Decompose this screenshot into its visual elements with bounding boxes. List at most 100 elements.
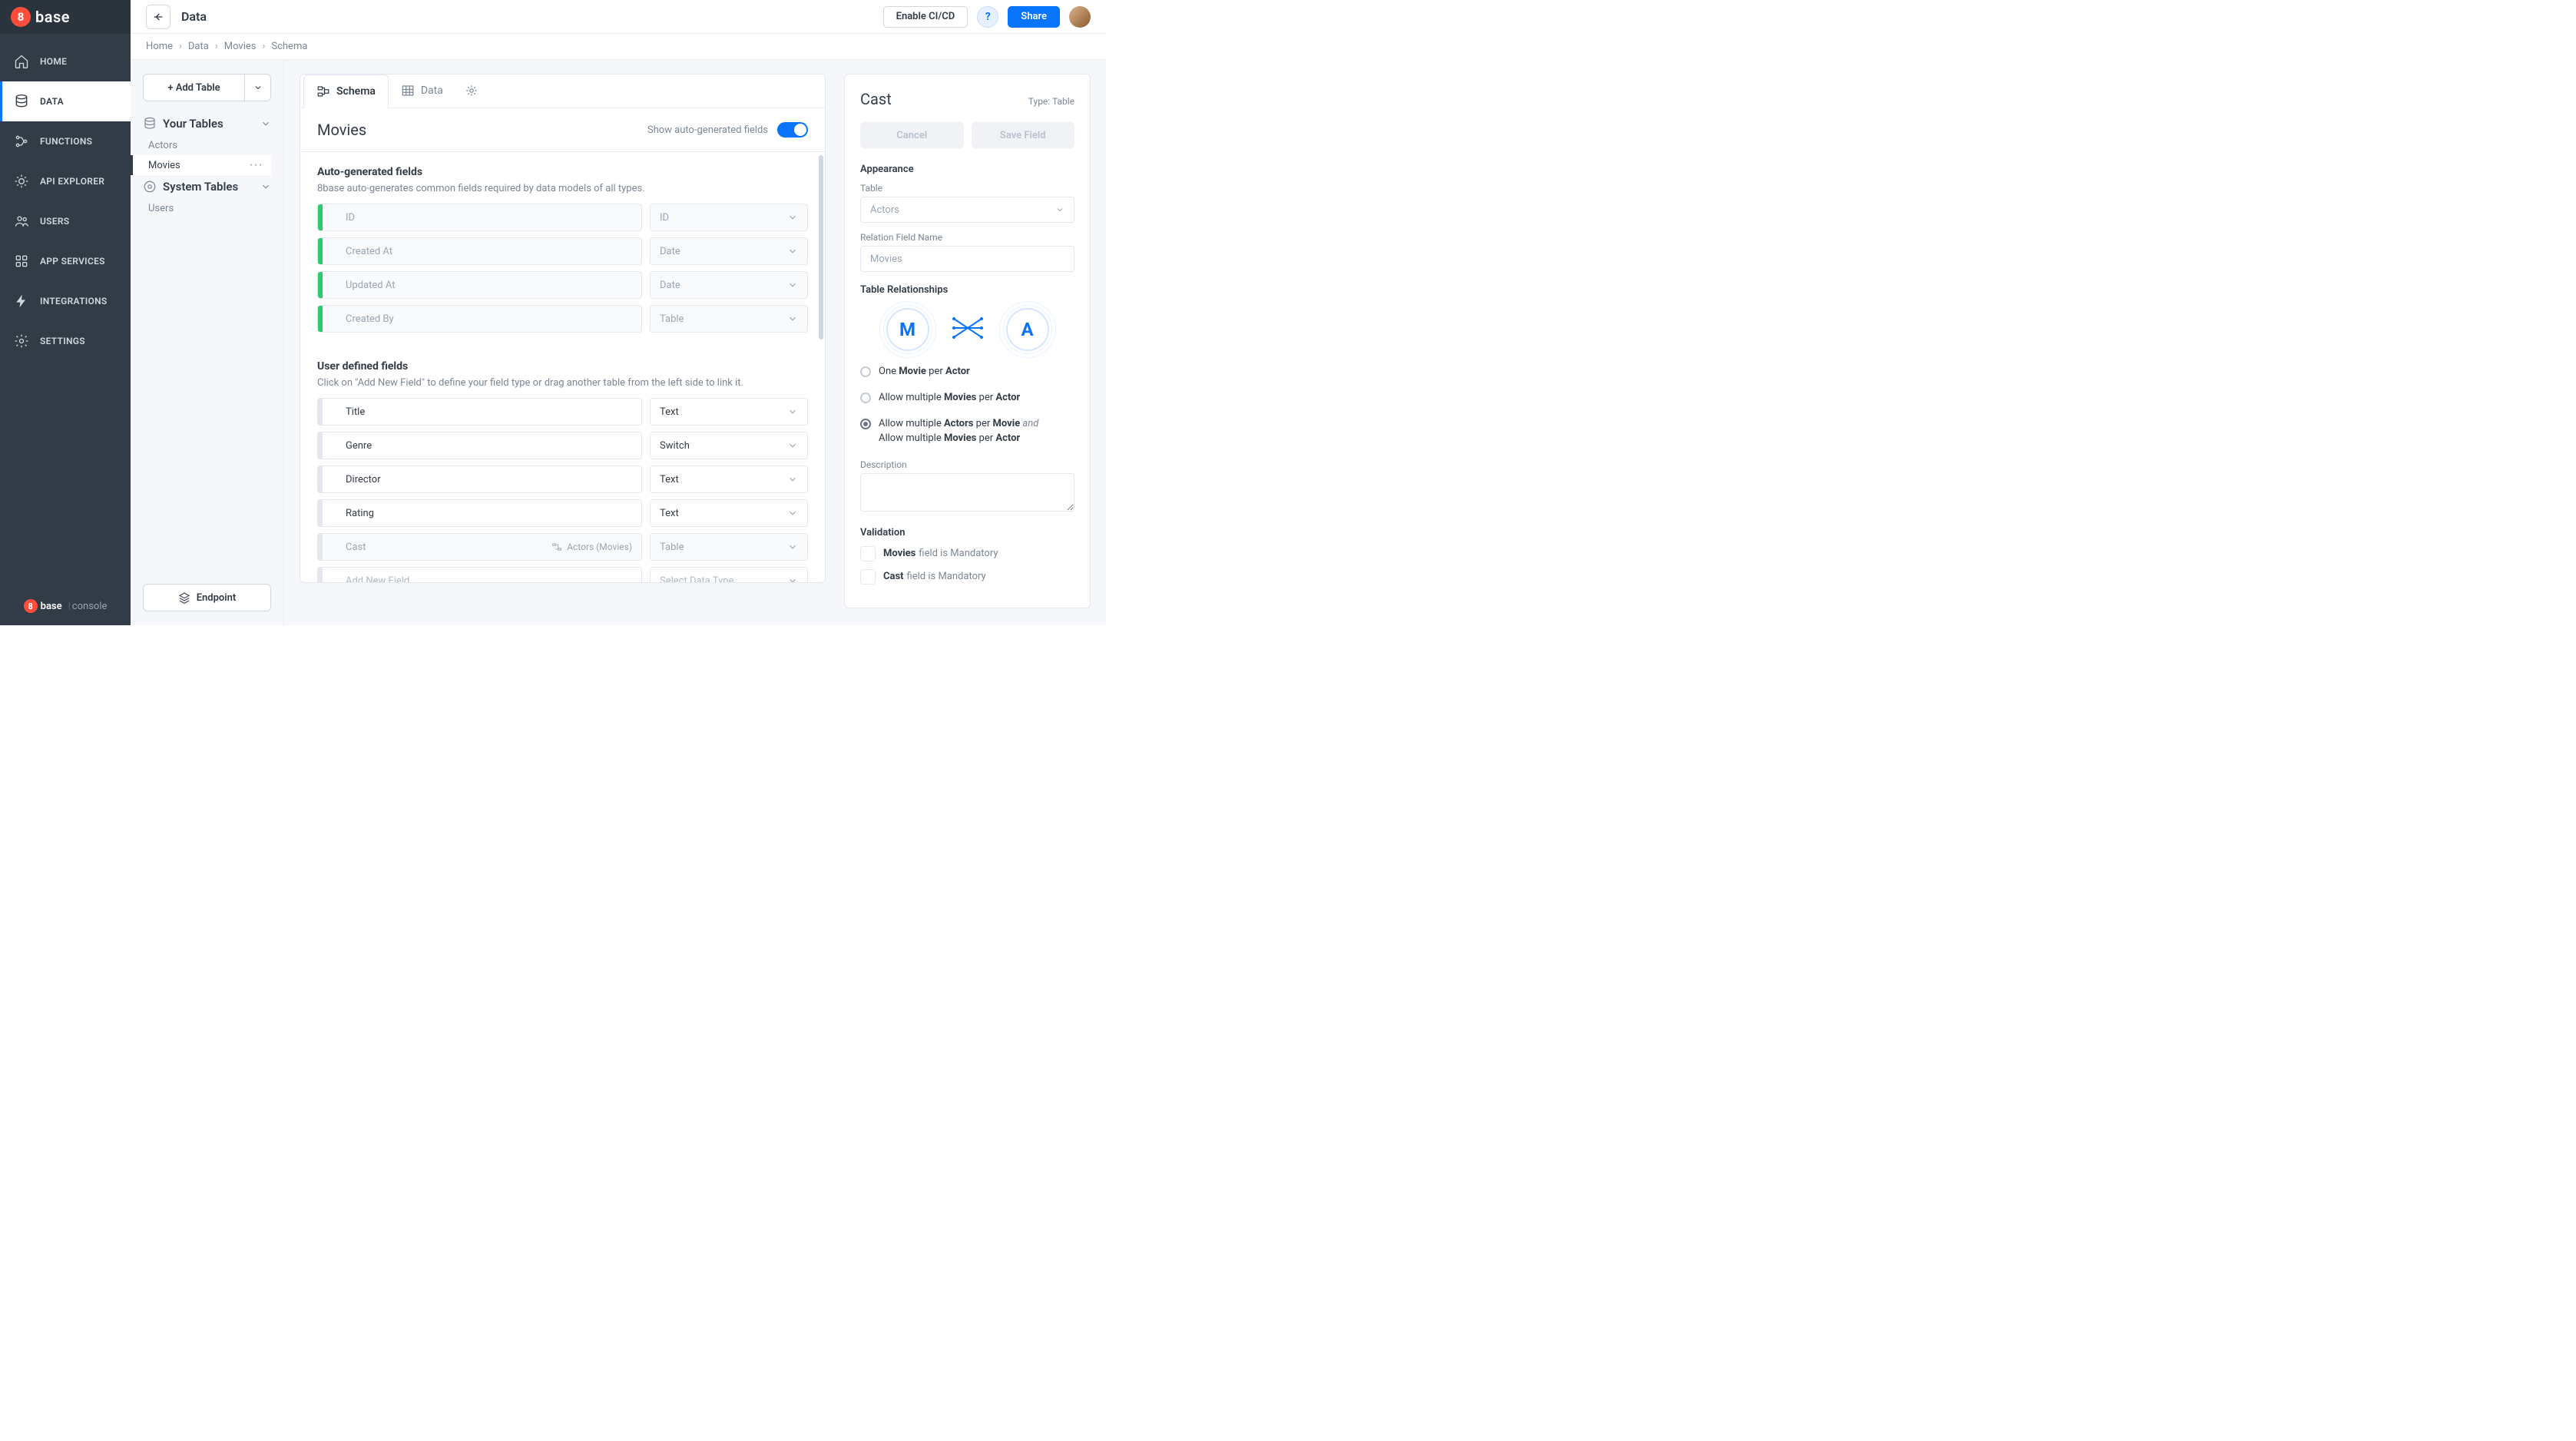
rel-circle-a: A (1006, 308, 1049, 351)
more-icon[interactable]: ··· (250, 160, 263, 171)
validation-label: Validation (860, 527, 1074, 538)
user-avatar[interactable] (1069, 6, 1091, 28)
field-detail-title: Cast (860, 90, 892, 108)
endpoint-button[interactable]: Endpoint (143, 584, 271, 611)
auto-fields-desc: 8base auto-generates common fields requi… (317, 183, 808, 194)
field-title-type[interactable]: Text (650, 398, 808, 426)
relation-field-input[interactable]: Movies (860, 246, 1074, 272)
table-item-label: Movies (148, 160, 180, 171)
add-table-dropdown[interactable] (245, 74, 271, 101)
system-tables-group[interactable]: System Tables (143, 180, 271, 194)
nav-app-services[interactable]: APP SERVICES (0, 241, 131, 281)
crumb-home[interactable]: Home (146, 41, 173, 52)
toggle-label: Show auto-generated fields (647, 124, 768, 136)
chevron-down-icon (253, 83, 263, 92)
logo-badge-icon: 8 (11, 7, 31, 27)
field-director-type[interactable]: Text (650, 465, 808, 493)
tab-schema-label: Schema (336, 85, 376, 98)
field-director[interactable]: Director (317, 465, 642, 493)
chevron-down-icon (787, 212, 798, 223)
field-cast[interactable]: CastActors (Movies) (317, 533, 642, 561)
user-fields-desc: Click on "Add New Field" to define your … (317, 377, 808, 389)
logo-text: base (35, 8, 70, 26)
crumb-movies[interactable]: Movies (224, 41, 257, 52)
nav-data[interactable]: DATA (0, 81, 131, 121)
field-updated-at-type: Date (650, 271, 808, 299)
table-select[interactable]: Actors (860, 197, 1074, 223)
nav-api-explorer[interactable]: API EXPLORER (0, 161, 131, 201)
field-created-by: Created By (317, 305, 642, 333)
movies-mandatory-checkbox[interactable]: Moviesfield is Mandatory (860, 546, 1074, 561)
enable-cicd-button[interactable]: Enable CI/CD (883, 6, 968, 28)
relationships-label: Table Relationships (860, 284, 1074, 296)
logo-badge-small-icon: 8 (24, 599, 38, 613)
add-table-button[interactable]: + Add Table (143, 74, 245, 101)
rel-option-many-to-many[interactable]: Allow multiple Actors per Movie andAllow… (860, 417, 1074, 445)
nav-settings[interactable]: SETTINGS (0, 321, 131, 361)
grid-icon (401, 84, 415, 98)
brand-name: base (41, 601, 62, 612)
home-icon (14, 54, 29, 69)
rel-option-one-to-many[interactable]: Allow multiple Movies per Actor (860, 391, 1074, 405)
add-new-field[interactable]: Add New Field (317, 567, 642, 582)
crumb-data[interactable]: Data (188, 41, 209, 52)
field-detail-type: Type: Table (1028, 96, 1074, 107)
nav-data-label: DATA (40, 96, 64, 107)
field-updated-at: Updated At (317, 271, 642, 299)
table-label: Table (860, 183, 1074, 194)
tab-data[interactable]: Data (389, 75, 455, 108)
nav-integrations[interactable]: INTEGRATIONS (0, 281, 131, 321)
logo: 8 base (0, 0, 131, 34)
chevron-down-icon (787, 575, 798, 582)
tables-panel: + Add Table Your Tables Actors Movies ··… (131, 60, 284, 625)
users-icon (14, 214, 29, 229)
field-title[interactable]: Title (317, 398, 642, 426)
table-title: Movies (317, 121, 366, 139)
crumb-schema: Schema (271, 41, 307, 52)
field-rating-type[interactable]: Text (650, 499, 808, 527)
table-item-actors[interactable]: Actors (131, 135, 271, 155)
table-item-movies[interactable]: Movies ··· (131, 155, 271, 175)
database-icon (143, 117, 157, 131)
field-genre[interactable]: Genre (317, 432, 642, 459)
tab-settings[interactable] (455, 75, 494, 108)
scrollbar[interactable] (819, 155, 823, 340)
field-created-at-type: Date (650, 237, 808, 265)
description-input[interactable] (860, 473, 1074, 512)
table-item-users[interactable]: Users (131, 198, 271, 218)
nav-home[interactable]: HOME (0, 41, 131, 81)
nav-users-label: USERS (40, 216, 69, 227)
console-label: console (72, 601, 108, 612)
field-rating[interactable]: Rating (317, 499, 642, 527)
tab-schema[interactable]: Schema (303, 75, 389, 108)
app-services-icon (14, 253, 29, 269)
help-button[interactable]: ? (977, 6, 998, 28)
nav-users[interactable]: USERS (0, 201, 131, 241)
your-tables-label: Your Tables (163, 117, 223, 131)
cast-mandatory-checkbox[interactable]: Castfield is Mandatory (860, 569, 1074, 585)
rel-option-one-to-one[interactable]: One Movie per Actor (860, 365, 1074, 379)
field-created-by-type: Table (650, 305, 808, 333)
chevron-down-icon (787, 313, 798, 324)
save-field-button[interactable]: Save Field (972, 122, 1075, 148)
nav-functions[interactable]: FUNCTIONS (0, 121, 131, 161)
share-button[interactable]: Share (1008, 6, 1060, 28)
field-genre-type[interactable]: Switch (650, 432, 808, 459)
description-label: Description (860, 459, 1074, 470)
tabs: Schema Data (300, 75, 825, 108)
rel-circle-m: M (886, 308, 929, 351)
chevron-down-icon (787, 542, 798, 552)
show-auto-fields-toggle[interactable] (777, 122, 808, 137)
cancel-button[interactable]: Cancel (860, 122, 964, 148)
field-detail-panel: Cast Type: Table Cancel Save Field Appea… (841, 60, 1106, 625)
your-tables-group[interactable]: Your Tables (143, 117, 271, 131)
back-arrow-icon (152, 11, 164, 23)
back-button[interactable] (146, 5, 171, 29)
field-cast-type[interactable]: Table (650, 533, 808, 561)
sidebar: 8 base HOME DATA FUNCTIONS API EXPLORER (0, 0, 131, 625)
rel-many-to-many-icon (951, 316, 985, 343)
nav-functions-label: FUNCTIONS (40, 136, 92, 147)
system-tables-label: System Tables (163, 180, 238, 194)
select-data-type[interactable]: Select Data Type (650, 567, 808, 582)
breadcrumb: Home› Data› Movies› Schema (131, 34, 1106, 60)
